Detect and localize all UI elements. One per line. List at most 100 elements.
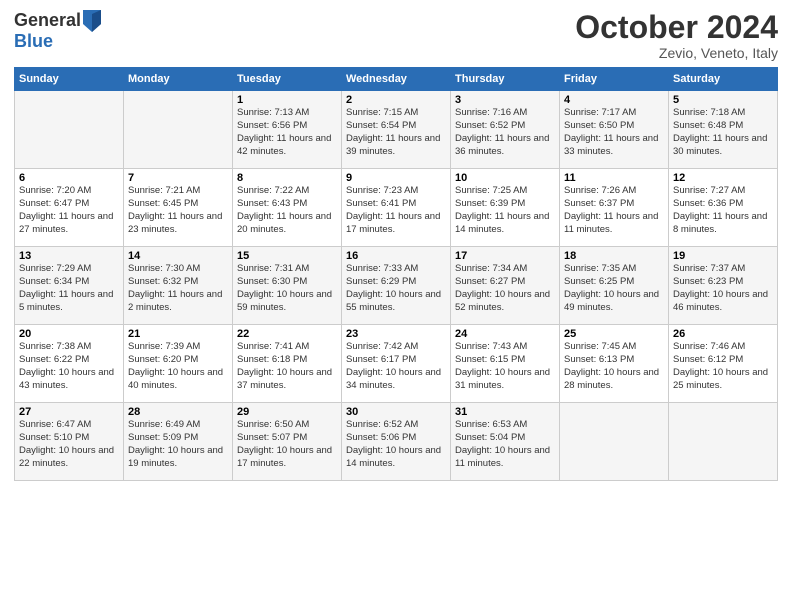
- day-number: 31: [455, 406, 555, 418]
- calendar-cell: 30 Sunrise: 6:52 AMSunset: 5:06 PMDaylig…: [342, 403, 451, 481]
- day-detail: Sunrise: 7:33 AMSunset: 6:29 PMDaylight:…: [346, 263, 441, 312]
- day-detail: Sunrise: 7:43 AMSunset: 6:15 PMDaylight:…: [455, 341, 550, 390]
- day-number: 26: [673, 328, 773, 340]
- day-detail: Sunrise: 7:26 AMSunset: 6:37 PMDaylight:…: [564, 185, 658, 234]
- calendar-week-4: 20 Sunrise: 7:38 AMSunset: 6:22 PMDaylig…: [15, 325, 778, 403]
- calendar-cell: 28 Sunrise: 6:49 AMSunset: 5:09 PMDaylig…: [124, 403, 233, 481]
- day-number: 2: [346, 94, 446, 106]
- logo-general: General: [14, 11, 81, 31]
- calendar-week-5: 27 Sunrise: 6:47 AMSunset: 5:10 PMDaylig…: [15, 403, 778, 481]
- calendar-cell: 16 Sunrise: 7:33 AMSunset: 6:29 PMDaylig…: [342, 247, 451, 325]
- calendar-table: Sunday Monday Tuesday Wednesday Thursday…: [14, 67, 778, 481]
- day-detail: Sunrise: 6:52 AMSunset: 5:06 PMDaylight:…: [346, 419, 441, 468]
- calendar-cell: 2 Sunrise: 7:15 AMSunset: 6:54 PMDayligh…: [342, 91, 451, 169]
- col-sunday: Sunday: [15, 68, 124, 91]
- day-number: 19: [673, 250, 773, 262]
- header: General Blue October 2024 Zevio, Veneto,…: [14, 10, 778, 61]
- day-number: 6: [19, 172, 119, 184]
- subtitle: Zevio, Veneto, Italy: [575, 45, 778, 61]
- day-number: 11: [564, 172, 664, 184]
- day-detail: Sunrise: 6:47 AMSunset: 5:10 PMDaylight:…: [19, 419, 114, 468]
- day-number: 1: [237, 94, 337, 106]
- day-number: 14: [128, 250, 228, 262]
- day-detail: Sunrise: 7:45 AMSunset: 6:13 PMDaylight:…: [564, 341, 659, 390]
- day-number: 17: [455, 250, 555, 262]
- day-detail: Sunrise: 7:21 AMSunset: 6:45 PMDaylight:…: [128, 185, 222, 234]
- col-tuesday: Tuesday: [233, 68, 342, 91]
- calendar-cell: [560, 403, 669, 481]
- col-wednesday: Wednesday: [342, 68, 451, 91]
- logo: General Blue: [14, 10, 101, 52]
- day-number: 3: [455, 94, 555, 106]
- day-detail: Sunrise: 7:38 AMSunset: 6:22 PMDaylight:…: [19, 341, 114, 390]
- day-number: 16: [346, 250, 446, 262]
- calendar-cell: 3 Sunrise: 7:16 AMSunset: 6:52 PMDayligh…: [451, 91, 560, 169]
- day-detail: Sunrise: 7:29 AMSunset: 6:34 PMDaylight:…: [19, 263, 113, 312]
- day-number: 7: [128, 172, 228, 184]
- calendar-cell: 18 Sunrise: 7:35 AMSunset: 6:25 PMDaylig…: [560, 247, 669, 325]
- calendar-cell: 29 Sunrise: 6:50 AMSunset: 5:07 PMDaylig…: [233, 403, 342, 481]
- calendar-cell: 12 Sunrise: 7:27 AMSunset: 6:36 PMDaylig…: [669, 169, 778, 247]
- day-number: 20: [19, 328, 119, 340]
- calendar-cell: 14 Sunrise: 7:30 AMSunset: 6:32 PMDaylig…: [124, 247, 233, 325]
- col-monday: Monday: [124, 68, 233, 91]
- calendar-cell: 13 Sunrise: 7:29 AMSunset: 6:34 PMDaylig…: [15, 247, 124, 325]
- calendar-cell: 24 Sunrise: 7:43 AMSunset: 6:15 PMDaylig…: [451, 325, 560, 403]
- calendar-cell: 7 Sunrise: 7:21 AMSunset: 6:45 PMDayligh…: [124, 169, 233, 247]
- calendar-cell: 19 Sunrise: 7:37 AMSunset: 6:23 PMDaylig…: [669, 247, 778, 325]
- day-detail: Sunrise: 6:49 AMSunset: 5:09 PMDaylight:…: [128, 419, 223, 468]
- day-detail: Sunrise: 7:46 AMSunset: 6:12 PMDaylight:…: [673, 341, 768, 390]
- calendar-cell: 9 Sunrise: 7:23 AMSunset: 6:41 PMDayligh…: [342, 169, 451, 247]
- calendar-cell: 23 Sunrise: 7:42 AMSunset: 6:17 PMDaylig…: [342, 325, 451, 403]
- day-number: 15: [237, 250, 337, 262]
- day-number: 29: [237, 406, 337, 418]
- calendar-cell: 22 Sunrise: 7:41 AMSunset: 6:18 PMDaylig…: [233, 325, 342, 403]
- calendar-cell: [15, 91, 124, 169]
- calendar-cell: 4 Sunrise: 7:17 AMSunset: 6:50 PMDayligh…: [560, 91, 669, 169]
- logo-icon: [83, 10, 101, 32]
- day-number: 25: [564, 328, 664, 340]
- day-detail: Sunrise: 7:42 AMSunset: 6:17 PMDaylight:…: [346, 341, 441, 390]
- day-detail: Sunrise: 7:39 AMSunset: 6:20 PMDaylight:…: [128, 341, 223, 390]
- col-thursday: Thursday: [451, 68, 560, 91]
- calendar-cell: 5 Sunrise: 7:18 AMSunset: 6:48 PMDayligh…: [669, 91, 778, 169]
- calendar-cell: [669, 403, 778, 481]
- day-detail: Sunrise: 7:16 AMSunset: 6:52 PMDaylight:…: [455, 107, 549, 156]
- calendar-week-1: 1 Sunrise: 7:13 AMSunset: 6:56 PMDayligh…: [15, 91, 778, 169]
- day-number: 12: [673, 172, 773, 184]
- day-detail: Sunrise: 7:22 AMSunset: 6:43 PMDaylight:…: [237, 185, 331, 234]
- calendar-cell: 25 Sunrise: 7:45 AMSunset: 6:13 PMDaylig…: [560, 325, 669, 403]
- calendar-week-2: 6 Sunrise: 7:20 AMSunset: 6:47 PMDayligh…: [15, 169, 778, 247]
- day-detail: Sunrise: 7:18 AMSunset: 6:48 PMDaylight:…: [673, 107, 767, 156]
- day-number: 30: [346, 406, 446, 418]
- day-number: 28: [128, 406, 228, 418]
- calendar-cell: 8 Sunrise: 7:22 AMSunset: 6:43 PMDayligh…: [233, 169, 342, 247]
- header-row: Sunday Monday Tuesday Wednesday Thursday…: [15, 68, 778, 91]
- calendar-cell: 6 Sunrise: 7:20 AMSunset: 6:47 PMDayligh…: [15, 169, 124, 247]
- calendar-cell: 27 Sunrise: 6:47 AMSunset: 5:10 PMDaylig…: [15, 403, 124, 481]
- day-number: 24: [455, 328, 555, 340]
- page-container: General Blue October 2024 Zevio, Veneto,…: [0, 0, 792, 489]
- day-detail: Sunrise: 6:53 AMSunset: 5:04 PMDaylight:…: [455, 419, 550, 468]
- col-friday: Friday: [560, 68, 669, 91]
- day-detail: Sunrise: 7:17 AMSunset: 6:50 PMDaylight:…: [564, 107, 658, 156]
- day-number: 4: [564, 94, 664, 106]
- day-number: 8: [237, 172, 337, 184]
- calendar-cell: 26 Sunrise: 7:46 AMSunset: 6:12 PMDaylig…: [669, 325, 778, 403]
- month-title: October 2024: [575, 10, 778, 45]
- day-number: 18: [564, 250, 664, 262]
- day-detail: Sunrise: 7:15 AMSunset: 6:54 PMDaylight:…: [346, 107, 440, 156]
- calendar-body: 1 Sunrise: 7:13 AMSunset: 6:56 PMDayligh…: [15, 91, 778, 481]
- day-detail: Sunrise: 7:23 AMSunset: 6:41 PMDaylight:…: [346, 185, 440, 234]
- calendar-cell: 17 Sunrise: 7:34 AMSunset: 6:27 PMDaylig…: [451, 247, 560, 325]
- calendar-cell: [124, 91, 233, 169]
- day-detail: Sunrise: 7:34 AMSunset: 6:27 PMDaylight:…: [455, 263, 550, 312]
- calendar-week-3: 13 Sunrise: 7:29 AMSunset: 6:34 PMDaylig…: [15, 247, 778, 325]
- logo-text: General Blue: [14, 10, 101, 52]
- calendar-cell: 21 Sunrise: 7:39 AMSunset: 6:20 PMDaylig…: [124, 325, 233, 403]
- day-detail: Sunrise: 7:30 AMSunset: 6:32 PMDaylight:…: [128, 263, 222, 312]
- title-area: October 2024 Zevio, Veneto, Italy: [575, 10, 778, 61]
- day-number: 21: [128, 328, 228, 340]
- calendar-cell: 15 Sunrise: 7:31 AMSunset: 6:30 PMDaylig…: [233, 247, 342, 325]
- day-number: 22: [237, 328, 337, 340]
